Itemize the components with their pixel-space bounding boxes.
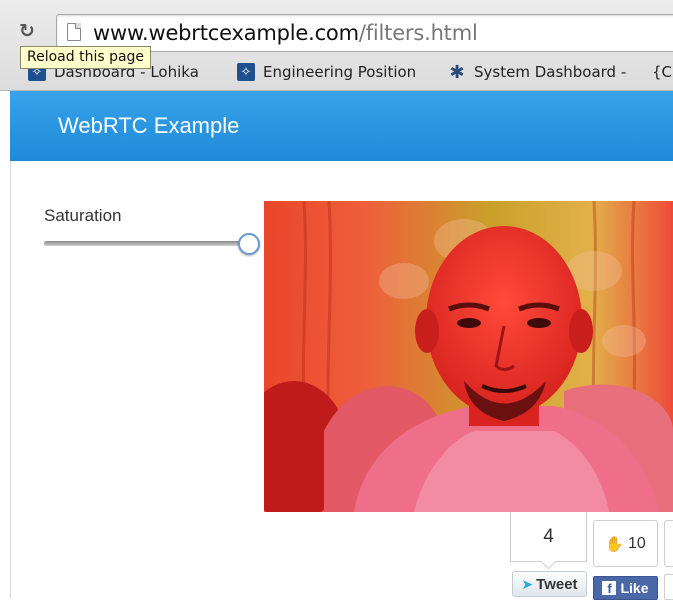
facebook-icon: f [602, 581, 617, 596]
facebook-like-button[interactable]: f Like [593, 576, 658, 600]
navbar: WebRTC Example [10, 91, 673, 161]
url-text[interactable]: www.webrtcexample.com/filters.html [93, 21, 478, 45]
tweet-button[interactable]: ➤ Tweet [512, 571, 587, 597]
thumbs-up-icon: ✋ [605, 535, 624, 553]
person-star-icon: ✱ [449, 61, 465, 83]
browser-chrome: ↻ www.webrtcexample.com/filters.html ✧ D… [0, 0, 673, 91]
page-icon [67, 23, 81, 41]
reload-icon[interactable]: ↻ [14, 19, 40, 43]
like-label: Like [620, 580, 649, 596]
brand-title[interactable]: WebRTC Example [58, 113, 239, 139]
reload-tooltip: Reload this page [20, 46, 152, 69]
bookmark-more[interactable]: {C [652, 63, 672, 81]
bookmark-engineering-position[interactable]: ✧ Engineering Position [237, 63, 416, 81]
tweet-label: Tweet [536, 575, 578, 593]
bookmark-label: System Dashboard - [474, 63, 627, 81]
bookmark-label: Engineering Position [263, 63, 417, 81]
webcam-video [264, 201, 673, 512]
twitter-bird-icon: ➤ [521, 575, 534, 592]
tweet-count: 4 [510, 512, 587, 562]
url-path: /filters.html [358, 21, 478, 45]
saturation-slider-thumb[interactable] [238, 233, 260, 255]
gplus-count-box [664, 520, 673, 567]
saturation-slider-track[interactable] [44, 241, 250, 246]
gplus-button[interactable] [664, 574, 673, 600]
bookmark-system-dashboard[interactable]: ✱ System Dashboard - [448, 61, 627, 83]
saturation-label: Saturation [44, 206, 122, 225]
like-count-box: ✋ 10 [593, 520, 658, 567]
video-frame [264, 201, 673, 512]
jira-icon: ✧ [237, 63, 255, 81]
url-host: www.webrtcexample.com [93, 21, 359, 45]
page-left-border [10, 161, 11, 598]
bookmark-label: {C [652, 63, 673, 81]
like-count: 10 [627, 534, 646, 552]
